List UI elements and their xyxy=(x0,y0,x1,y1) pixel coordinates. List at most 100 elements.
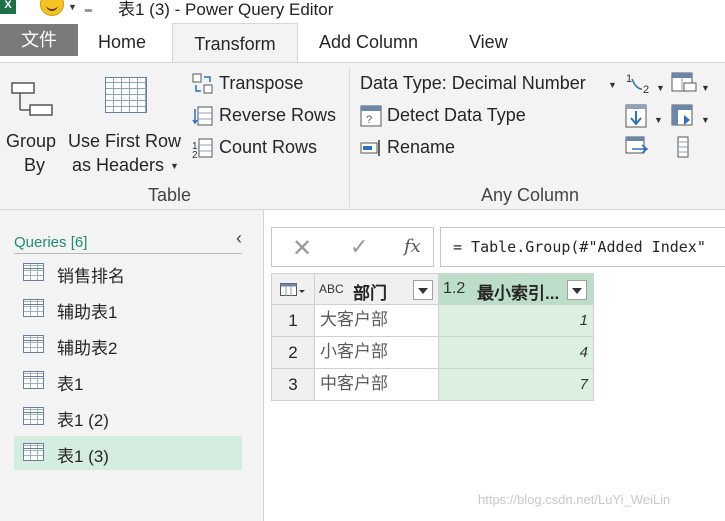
chevron-down-icon: ▼ xyxy=(701,115,710,125)
table-icon xyxy=(23,443,44,461)
fill-button[interactable]: ▼ xyxy=(670,71,714,97)
cancel-formula-icon[interactable]: ✕ xyxy=(292,234,312,263)
chevron-down-icon[interactable]: ▼ xyxy=(68,2,77,12)
detect-data-type-button[interactable]: ? Detect Data Type xyxy=(358,103,544,131)
data-type-label: Data Type: Decimal Number xyxy=(360,73,586,93)
commit-formula-icon[interactable]: ✓ xyxy=(350,234,368,260)
tab-transform[interactable]: Transform xyxy=(172,23,298,63)
query-label: 表1 (2) xyxy=(57,411,109,430)
rename-button[interactable]: Rename xyxy=(358,135,488,163)
row-number[interactable]: 1 xyxy=(271,305,315,337)
use-first-row-label-1: Use First Row xyxy=(68,131,182,151)
query-item[interactable]: 表1 xyxy=(14,364,242,398)
table-menu-button[interactable] xyxy=(271,273,315,305)
collapse-pane-icon[interactable]: ‹ xyxy=(236,228,242,249)
query-item[interactable]: 辅助表2 xyxy=(14,328,242,362)
query-item[interactable]: 销售排名 xyxy=(14,256,242,290)
convert-to-list-icon xyxy=(677,136,689,158)
formula-text: = Table.Group(#"Added Index" xyxy=(453,238,706,256)
table-menu-icon xyxy=(280,283,305,296)
group-by-label-1: Group xyxy=(6,131,57,151)
count-rows-button[interactable]: 1 2 Count Rows xyxy=(190,135,346,163)
query-item[interactable]: 表1 (2) xyxy=(14,400,242,434)
chevron-down-icon: ▼ xyxy=(656,83,665,93)
queries-header: Queries [6] xyxy=(14,234,88,251)
formula-bar[interactable]: = Table.Group(#"Added Index" xyxy=(440,227,725,267)
table-icon xyxy=(23,371,44,389)
group-by-icon xyxy=(11,82,53,116)
queries-pane: Queries [6] ‹ 销售排名 辅助表1 辅助表2 表1 表1 (2) 表… xyxy=(0,210,264,521)
group-by-label-2: By xyxy=(24,155,46,175)
replace-values-sub: 2 xyxy=(643,84,649,96)
column-filter-button[interactable] xyxy=(567,280,587,300)
use-first-row-label-2: as Headers xyxy=(72,155,165,175)
column-header-selected[interactable]: 1.2 最小索引... xyxy=(439,273,594,305)
detect-data-type-label: Detect Data Type xyxy=(387,105,526,125)
table-icon xyxy=(23,335,44,353)
table-cell[interactable]: 大客户部 xyxy=(315,305,439,337)
table-cell[interactable]: 小客户部 xyxy=(315,337,439,369)
convert-to-list-button[interactable] xyxy=(674,135,694,161)
group-separator xyxy=(349,67,350,207)
table-icon xyxy=(23,407,44,425)
column-filter-button[interactable] xyxy=(413,280,433,300)
reverse-rows-icon xyxy=(192,106,213,126)
data-type-dropdown[interactable]: Data Type: Decimal Number ▼ xyxy=(358,71,620,99)
use-first-row-as-headers-button[interactable]: Use First Row as Headers ▼ xyxy=(66,69,188,177)
text-type-icon[interactable]: ABC xyxy=(319,282,344,296)
ribbon: Group By Use First Row as Headers ▼ Tran… xyxy=(0,62,725,210)
query-item-selected[interactable]: 表1 (3) xyxy=(14,436,242,470)
fill-icon xyxy=(671,72,697,92)
svg-text:1: 1 xyxy=(626,73,632,85)
table-group-label: Table xyxy=(148,185,192,205)
tab-file[interactable]: 文件 xyxy=(0,24,78,56)
group-by-button[interactable]: Group By xyxy=(4,69,62,177)
row-number[interactable]: 2 xyxy=(271,337,315,369)
main-area: ✕ ✓ fx = Table.Group(#"Added Index" ABC … xyxy=(265,210,725,521)
queries-divider xyxy=(14,253,242,254)
chevron-down-icon: ▼ xyxy=(608,80,617,90)
column-header-label: 最小索引... xyxy=(477,284,560,303)
reverse-rows-button[interactable]: Reverse Rows xyxy=(190,103,346,131)
column-header-label: 部门 xyxy=(353,284,387,303)
customize-toolbar-icon[interactable]: ‗ xyxy=(85,0,92,12)
tab-home[interactable]: Home xyxy=(98,22,146,62)
chevron-down-icon: ▼ xyxy=(654,115,663,125)
query-label: 辅助表2 xyxy=(57,339,118,358)
fill-down-button[interactable]: ▼ xyxy=(624,103,664,129)
excel-icon: X xyxy=(0,0,16,14)
tab-view[interactable]: View xyxy=(469,22,508,62)
reverse-rows-label: Reverse Rows xyxy=(219,105,337,125)
transpose-icon xyxy=(192,73,213,94)
fx-icon[interactable]: fx xyxy=(404,236,421,257)
table-cell[interactable]: 中客户部 xyxy=(315,369,439,401)
table-cell[interactable]: 7 xyxy=(439,369,594,401)
watermark-text: https://blog.csdn.net/LuYi_WeiLin xyxy=(478,492,671,507)
count-rows-icon: 1 2 xyxy=(192,138,213,159)
query-label: 销售排名 xyxy=(57,267,125,286)
column-header[interactable]: ABC 部门 xyxy=(315,273,439,305)
query-item[interactable]: 辅助表1 xyxy=(14,292,242,326)
title-bar: X ▼ ‗ 表1 (3) - Power Query Editor xyxy=(0,0,725,20)
rename-icon xyxy=(360,140,380,156)
replace-values-button[interactable]: 1 2 ▼ xyxy=(624,71,665,97)
formula-controls: ✕ ✓ fx xyxy=(271,227,434,267)
table-icon xyxy=(23,263,44,281)
query-label: 辅助表1 xyxy=(57,303,118,322)
tab-add-column[interactable]: Add Column xyxy=(319,22,418,62)
chevron-down-icon: ▼ xyxy=(701,83,710,93)
row-number[interactable]: 3 xyxy=(271,369,315,401)
move-column-icon xyxy=(625,136,649,154)
table-cell[interactable]: 1 xyxy=(439,305,594,337)
decimal-type-icon[interactable]: 1.2 xyxy=(443,280,465,298)
window-title: 表1 (3) - Power Query Editor xyxy=(118,0,334,19)
smiley-feedback-icon[interactable] xyxy=(40,0,64,16)
pivot-column-icon xyxy=(671,104,693,126)
svg-text:2: 2 xyxy=(192,150,198,159)
table-cell[interactable]: 4 xyxy=(439,337,594,369)
detect-data-type-icon: ? xyxy=(360,105,382,127)
transpose-button[interactable]: Transpose xyxy=(190,71,346,99)
pivot-column-button[interactable]: ▼ xyxy=(670,103,714,129)
move-column-button[interactable] xyxy=(624,135,654,161)
ribbon-tabs: 文件 Home Transform Add Column View xyxy=(0,20,725,63)
